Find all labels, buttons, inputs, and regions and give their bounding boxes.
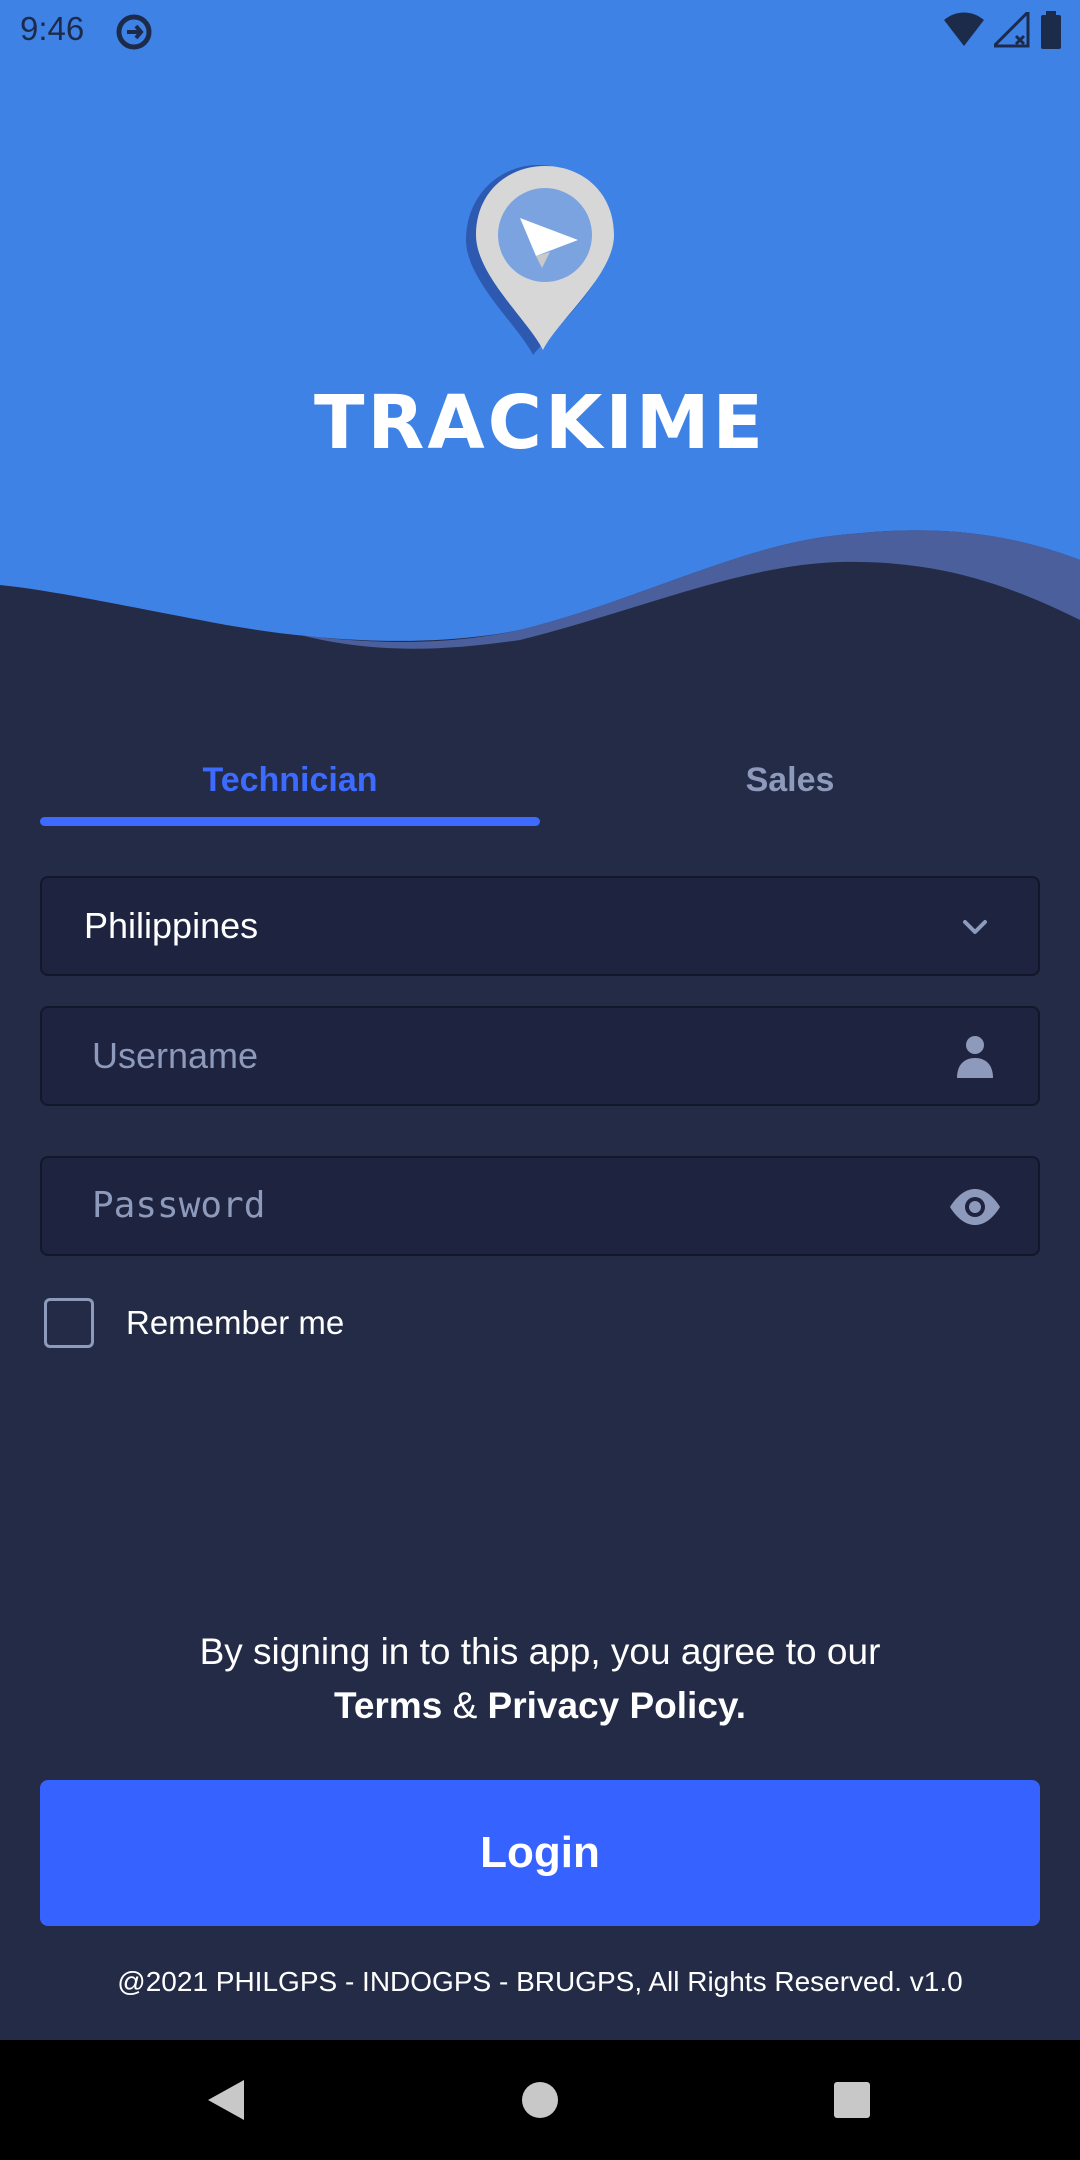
wifi-icon	[944, 12, 984, 46]
status-icons	[944, 10, 1062, 50]
navigation-bar	[0, 2040, 1080, 2160]
username-placeholder: Username	[92, 1035, 259, 1076]
remember-me-label: Remember me	[126, 1304, 345, 1341]
username-field[interactable]: Username	[40, 1006, 1040, 1106]
country-value: Philippines	[84, 905, 259, 946]
privacy-policy-link[interactable]: Privacy Policy.	[488, 1685, 746, 1726]
agreement-line: By signing in to this app, you agree to …	[199, 1631, 881, 1672]
login-screen: 9:46 TRACKIME Technician Sales Philippin…	[0, 0, 1080, 2160]
battery-icon	[1041, 11, 1061, 49]
remember-me[interactable]: Remember me	[44, 1296, 344, 1350]
person-icon	[957, 1036, 993, 1078]
remember-me-checkbox[interactable]	[44, 1298, 94, 1348]
ampersand: &	[452, 1685, 478, 1726]
copyright-text: @2021 PHILGPS - INDOGPS - BRUGPS, All Ri…	[117, 1966, 963, 1997]
agreement-text: By signing in to this app, you agree to …	[0, 1625, 1080, 1733]
status-bar: 9:46	[0, 0, 1080, 60]
brand-name: TRACKIME	[313, 380, 767, 466]
home-icon[interactable]	[510, 2070, 570, 2130]
eye-icon[interactable]	[950, 1182, 1000, 1232]
role-tabs: Technician Sales	[40, 740, 1040, 830]
login-button[interactable]: Login	[40, 1780, 1040, 1926]
password-placeholder: Password	[92, 1185, 266, 1226]
back-icon[interactable]	[196, 2070, 256, 2130]
header-background	[0, 0, 1080, 720]
signal-icon	[994, 12, 1030, 48]
tab-technician[interactable]: Technician	[40, 740, 540, 820]
location-pin-paper-plane-icon	[466, 165, 614, 355]
password-field[interactable]: Password	[40, 1156, 1040, 1256]
terms-link[interactable]: Terms	[334, 1685, 442, 1726]
status-time: 9:46	[20, 10, 85, 47]
recent-apps-icon[interactable]	[822, 2070, 882, 2130]
tab-sales[interactable]: Sales	[540, 740, 1040, 820]
sync-icon	[116, 14, 152, 50]
country-select[interactable]: Philippines	[40, 876, 1040, 976]
active-tab-indicator	[40, 817, 540, 826]
chevron-down-icon	[963, 920, 987, 934]
